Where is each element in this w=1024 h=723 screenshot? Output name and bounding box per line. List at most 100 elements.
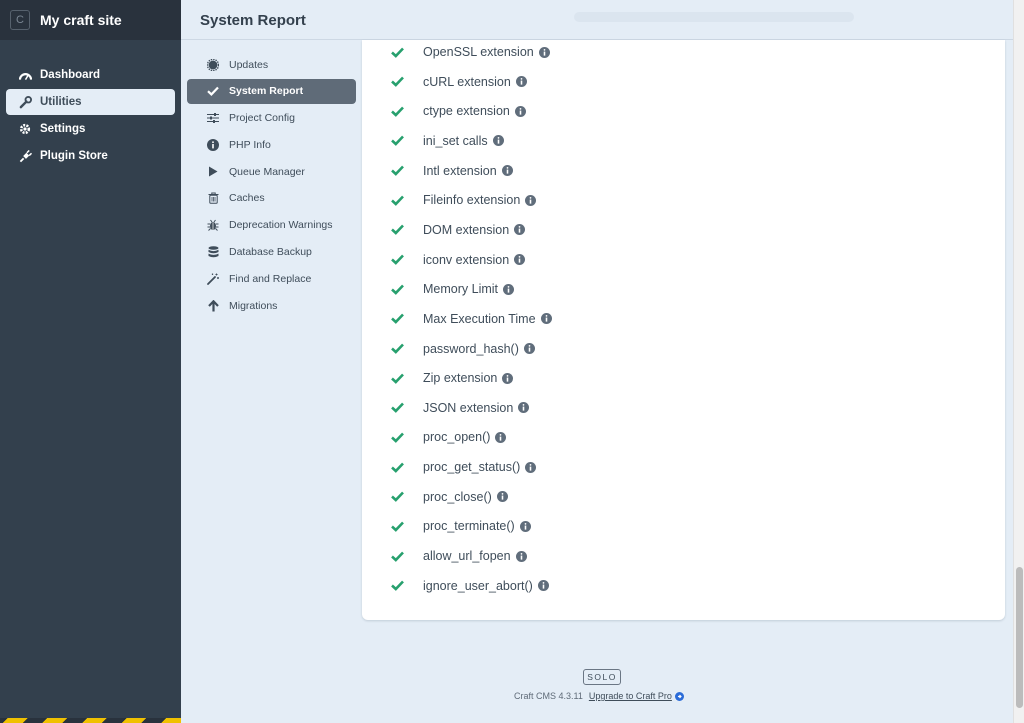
info-icon[interactable] xyxy=(523,343,535,354)
utility-item-updates[interactable]: Updates xyxy=(187,52,356,77)
utility-item-queue-manager[interactable]: Queue Manager xyxy=(187,159,356,184)
requirement-name: ini_set calls xyxy=(423,133,488,148)
info-icon[interactable] xyxy=(514,224,526,236)
check-icon xyxy=(391,76,405,87)
wrench-icon xyxy=(18,95,32,109)
info-icon[interactable] xyxy=(518,402,530,414)
edition-badge: SOLO xyxy=(583,669,621,685)
info-icon[interactable] xyxy=(496,491,508,503)
utility-item-label: Project Config xyxy=(229,112,295,125)
info-icon[interactable] xyxy=(540,313,552,325)
check-icon xyxy=(391,135,405,147)
requirement-name: cURL extension xyxy=(423,74,511,89)
info-icon[interactable] xyxy=(538,46,550,58)
page-scrollbar[interactable] xyxy=(1013,0,1024,723)
nav-item-label: Plugin Store xyxy=(40,150,108,162)
requirement-row: proc_close() xyxy=(391,490,508,504)
nav-item-label: Utilities xyxy=(40,96,82,108)
check-icon xyxy=(391,343,405,354)
requirement-name: proc_close() xyxy=(423,489,492,504)
page-header: System Report xyxy=(181,0,1013,40)
site-header[interactable]: C My craft site xyxy=(0,0,181,40)
utility-item-system-report[interactable]: System Report xyxy=(187,78,356,104)
magic-wand-icon xyxy=(206,273,220,285)
info-icon[interactable] xyxy=(503,283,515,295)
requirement-name: proc_open() xyxy=(423,430,491,445)
utility-item-label: PHP Info xyxy=(229,138,271,151)
utility-item-label: Find and Replace xyxy=(229,272,312,285)
info-icon[interactable] xyxy=(519,520,531,532)
requirements-pane: OpenSSL extension cURL extension ctype ext… xyxy=(362,40,1005,620)
requirement-name: Memory Limit xyxy=(423,282,499,297)
utility-item-deprecation-warnings[interactable]: Deprecation Warnings xyxy=(187,213,356,238)
nav-item-plugin-store[interactable]: Plugin Store xyxy=(6,143,175,169)
sliders-icon xyxy=(206,113,220,124)
requirement-name: ignore_user_abort() xyxy=(423,578,533,593)
upgrade-link[interactable]: Upgrade to Craft Pro xyxy=(589,691,672,701)
global-sidebar: C My craft site Dashboard Utilities Settin… xyxy=(0,0,181,723)
requirement-name: OpenSSL extension xyxy=(423,45,534,59)
requirement-row: Memory Limit xyxy=(391,282,515,297)
page-title: System Report xyxy=(200,12,306,29)
nav-item-utilities[interactable]: Utilities xyxy=(6,89,175,115)
check-icon xyxy=(391,551,405,562)
dev-mode-stripe xyxy=(0,718,181,723)
requirement-row: Zip extension xyxy=(391,371,514,385)
requirement-row: password_hash() xyxy=(391,342,535,356)
info-icon[interactable] xyxy=(525,194,537,206)
utility-item-project-config[interactable]: Project Config xyxy=(187,106,356,131)
info-icon[interactable] xyxy=(514,254,526,266)
utility-item-label: Caches xyxy=(229,192,265,205)
global-nav: Dashboard Utilities Settings Plugin Store xyxy=(0,62,181,169)
info-icon[interactable] xyxy=(501,165,513,177)
utility-item-label: Deprecation Warnings xyxy=(229,219,333,232)
utility-item-find-and-replace[interactable]: Find and Replace xyxy=(187,266,356,291)
bug-icon xyxy=(206,219,220,232)
scrollbar-thumb[interactable] xyxy=(1016,567,1023,708)
requirement-name: ctype extension xyxy=(423,104,510,119)
site-logo: C xyxy=(10,10,30,30)
check-icon xyxy=(391,165,405,176)
plug-icon xyxy=(18,149,32,163)
info-icon[interactable] xyxy=(525,461,537,473)
check-icon xyxy=(391,195,405,206)
nav-item-dashboard[interactable]: Dashboard xyxy=(6,62,175,88)
info-icon[interactable] xyxy=(502,372,514,384)
requirement-row: Fileinfo extension xyxy=(391,193,537,207)
check-icon xyxy=(391,580,405,592)
utility-item-migrations[interactable]: Migrations xyxy=(187,293,356,318)
check-icon xyxy=(391,432,405,443)
check-icon xyxy=(206,86,220,97)
requirement-row: Intl extension xyxy=(391,164,513,178)
utility-item-label: Migrations xyxy=(229,299,278,312)
version-text: Craft CMS 4.3.11 xyxy=(514,691,583,701)
check-icon xyxy=(391,521,405,532)
nav-item-settings[interactable]: Settings xyxy=(6,116,175,142)
info-icon[interactable] xyxy=(515,76,527,88)
database-icon xyxy=(206,246,220,258)
site-name[interactable]: My craft site xyxy=(40,12,122,28)
utility-item-caches[interactable]: Caches xyxy=(187,186,356,211)
check-icon xyxy=(391,47,405,58)
utility-item-database-backup[interactable]: Database Backup xyxy=(187,240,356,265)
info-icon[interactable] xyxy=(495,431,507,443)
nav-item-label: Dashboard xyxy=(40,69,101,81)
requirement-row: iconv extension xyxy=(391,253,526,267)
info-icon[interactable] xyxy=(537,580,549,592)
check-icon xyxy=(391,462,405,473)
requirement-row: JSON extension xyxy=(391,400,530,415)
requirement-name: proc_get_status() xyxy=(423,460,521,475)
check-icon xyxy=(391,106,405,117)
info-icon[interactable] xyxy=(492,135,504,147)
check-icon xyxy=(391,373,405,384)
check-icon xyxy=(391,224,405,236)
scrolled-content-shadow xyxy=(574,12,854,22)
info-icon[interactable] xyxy=(515,550,527,562)
requirement-row: ctype extension xyxy=(391,104,526,118)
requirement-row: ini_set calls xyxy=(391,134,504,148)
requirement-name: JSON extension xyxy=(423,400,514,415)
check-icon xyxy=(391,491,405,503)
requirement-name: Intl extension xyxy=(423,163,497,178)
info-icon[interactable] xyxy=(514,105,526,117)
utility-item-php-info[interactable]: PHP Info xyxy=(187,132,356,157)
